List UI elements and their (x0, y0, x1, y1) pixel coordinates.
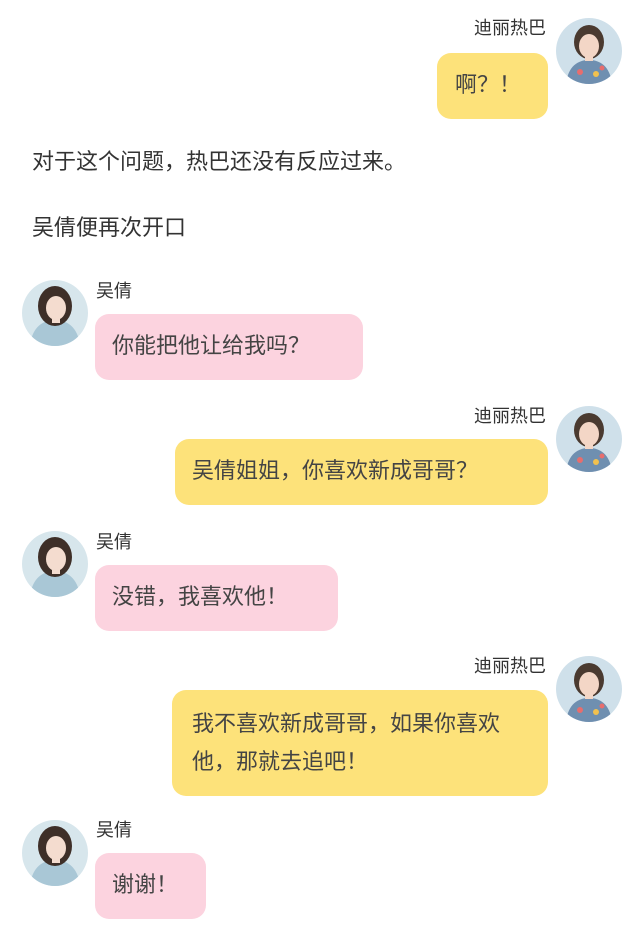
wuqian-avatar-icon[interactable] (22, 820, 88, 886)
message-bubble: 没错，我喜欢他！ (95, 565, 338, 631)
sender-name: 迪丽热巴 (474, 18, 546, 39)
message-bubble: 啊？！ (437, 53, 548, 119)
narration-text: 吴倩便再次开口 (32, 216, 187, 241)
sender-name: 迪丽热巴 (474, 656, 546, 677)
sender-name: 吴倩 (96, 532, 132, 553)
message-bubble: 吴倩姐姐，你喜欢新成哥哥？ (175, 439, 548, 505)
woman-portrait-avatar (556, 406, 622, 472)
dilireba-avatar-icon[interactable] (556, 406, 622, 472)
wuqian-avatar-icon[interactable] (22, 531, 88, 597)
dilireba-avatar-icon[interactable] (556, 656, 622, 722)
narration-text: 对于这个问题，热巴还没有反应过来。 (32, 150, 407, 175)
woman-portrait-avatar (556, 18, 622, 84)
wuqian-avatar-icon[interactable] (22, 280, 88, 346)
woman-portrait-avatar (556, 656, 622, 722)
message-bubble: 谢谢！ (95, 853, 206, 919)
sender-name: 吴倩 (96, 820, 132, 841)
message-bubble: 你能把他让给我吗？ (95, 314, 363, 380)
dilireba-avatar-icon[interactable] (556, 18, 622, 84)
message-bubble: 我不喜欢新成哥哥，如果你喜欢他，那就去追吧！ (172, 690, 548, 796)
woman-portrait-avatar (22, 280, 88, 346)
sender-name: 迪丽热巴 (474, 406, 546, 427)
woman-portrait-avatar (22, 820, 88, 886)
sender-name: 吴倩 (96, 281, 132, 302)
woman-portrait-avatar (22, 531, 88, 597)
